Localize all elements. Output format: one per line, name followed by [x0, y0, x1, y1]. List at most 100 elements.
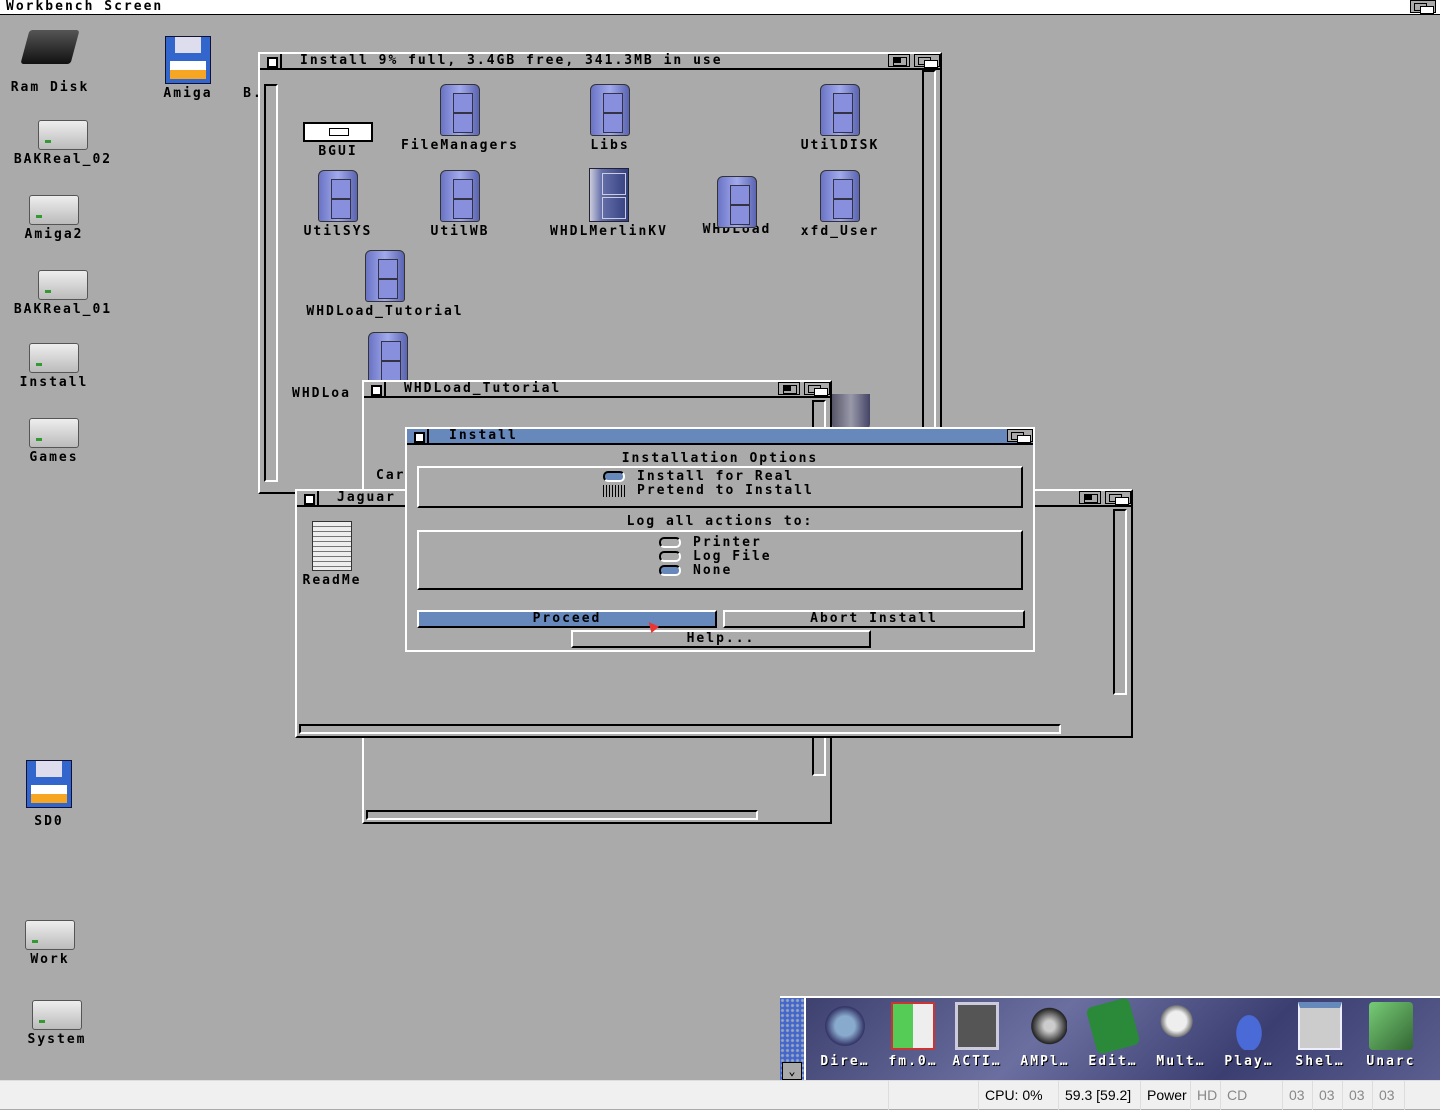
desktop-icon-install[interactable]: Install — [4, 343, 104, 390]
drive-2-track: 03 — [1342, 1081, 1371, 1110]
hard-disk-icon — [29, 418, 79, 448]
help-button[interactable]: Help... — [571, 630, 871, 648]
zoom-icon[interactable] — [778, 382, 800, 395]
hard-disk-icon — [29, 195, 79, 225]
depth-icon[interactable] — [1007, 429, 1033, 443]
desktop-icon-bakreal-02[interactable]: BAKReal_02 — [4, 120, 122, 167]
drawer-icon — [590, 84, 630, 136]
dock-item-edit[interactable]: Edit… — [1078, 997, 1148, 1069]
cpu-usage: CPU: 0% — [978, 1081, 1049, 1110]
hd-led: HD — [1190, 1081, 1223, 1110]
speaker-icon — [1023, 1002, 1067, 1050]
depth-icon[interactable] — [1105, 491, 1131, 505]
icon-utildisk[interactable]: UtilDISK — [790, 84, 890, 153]
directory-opus-icon — [823, 1002, 867, 1050]
icon-filemanagers[interactable]: FileManagers — [390, 84, 530, 153]
drawer-icon — [318, 170, 358, 222]
desktop-icon-amiga2[interactable]: Amiga2 — [4, 195, 104, 242]
radio-selected-icon — [603, 471, 625, 482]
dialog-title-bar[interactable]: Install — [407, 428, 1033, 445]
dock-item-play[interactable]: Play… — [1214, 1002, 1284, 1069]
drive-0-track: 03 — [1282, 1081, 1311, 1110]
desktop-icon-bakreal-01[interactable]: BAKReal_01 — [4, 270, 122, 317]
icon-whdload[interactable]: WHDLoad — [692, 176, 782, 237]
option-pretend-to-install[interactable]: Pretend to Install — [603, 484, 814, 498]
option-none[interactable]: None — [659, 564, 772, 578]
bottom-scrollbar[interactable] — [299, 724, 1061, 734]
install-dialog[interactable]: Install Installation Options Install for… — [405, 427, 1035, 652]
right-scrollbar[interactable] — [1113, 509, 1127, 695]
close-icon[interactable] — [364, 382, 386, 396]
icon-xfd-user[interactable]: xfd_User — [790, 170, 890, 239]
shell-icon — [1298, 1002, 1342, 1050]
window-title-bar[interactable]: Install 9% full, 3.4GB free, 341.3MB in … — [260, 53, 940, 70]
dock-item-mult[interactable]: Mult… — [1146, 1002, 1216, 1069]
dock-item-shel[interactable]: Shel… — [1285, 1002, 1355, 1069]
hard-disk-icon — [29, 343, 79, 373]
icon-utilwb[interactable]: UtilWB — [415, 170, 505, 239]
cabinet-icon — [589, 168, 629, 222]
cd-led: CD — [1220, 1081, 1253, 1110]
drawer-icon — [820, 84, 860, 136]
icon-whdload-tutorial[interactable]: WHDLoad_Tutorial — [290, 250, 480, 319]
close-icon[interactable] — [260, 54, 282, 68]
floppy-icon — [165, 36, 211, 84]
depth-icon[interactable] — [914, 54, 940, 68]
radio-icon — [659, 537, 681, 548]
window-title-bar[interactable]: WHDLoad_Tutorial — [364, 381, 830, 398]
screen-title-bar: Workbench Screen — [0, 0, 1440, 15]
right-scrollbar[interactable] — [922, 70, 936, 430]
drawer-icon — [368, 332, 408, 384]
icon-whdlmerlinkv[interactable]: WHDLMerlinKV — [536, 168, 682, 239]
chevron-down-icon[interactable]: ⌄ — [782, 1062, 802, 1080]
option-log-file[interactable]: Log File — [659, 550, 772, 564]
dock-item-ampl[interactable]: AMPl… — [1010, 1002, 1080, 1069]
close-icon[interactable] — [407, 429, 429, 443]
radio-disabled-icon — [603, 484, 625, 497]
zoom-icon[interactable] — [888, 54, 910, 67]
dock-item-acti[interactable]: ACTI… — [942, 1002, 1012, 1069]
icon-utilsys[interactable]: UtilSYS — [290, 170, 386, 239]
abort-install-button[interactable]: Abort Install — [723, 610, 1025, 628]
desktop-icon-games[interactable]: Games — [4, 418, 104, 465]
icon-whdloa[interactable]: WHDLoa — [292, 332, 408, 401]
radio-icon — [659, 551, 681, 562]
options-heading: Installation Options — [621, 451, 819, 466]
zoom-icon[interactable] — [1079, 491, 1101, 504]
hard-disk-icon — [25, 920, 75, 950]
drawer-icon — [717, 176, 757, 228]
left-scrollbar[interactable] — [264, 84, 278, 482]
install-mode-radio[interactable]: Install for Real Pretend to Install — [603, 470, 814, 498]
proceed-button[interactable]: Proceed — [417, 610, 717, 628]
icon-readme[interactable]: ReadMe — [297, 521, 367, 588]
icon-bgui[interactable]: BGUI — [300, 122, 376, 159]
log-radio[interactable]: Printer Log File None — [659, 536, 772, 578]
desktop-icon-amiga[interactable]: Amiga — [150, 36, 226, 101]
option-printer[interactable]: Printer — [659, 536, 772, 550]
screen-title: Workbench Screen — [6, 0, 164, 14]
desktop-icon-work[interactable]: Work — [10, 920, 90, 967]
drawer-icon — [820, 170, 860, 222]
dock-item-fm[interactable]: fm.0… — [878, 1002, 948, 1069]
log-heading: Log all actions to: — [626, 514, 814, 529]
desktop-icon-system[interactable]: System — [10, 1000, 104, 1047]
file-manager-icon — [891, 1002, 935, 1050]
dock-handle[interactable]: ⌄ — [780, 998, 806, 1082]
icon-libs[interactable]: Libs — [570, 84, 650, 153]
ram-chip-icon — [20, 30, 80, 64]
option-install-for-real[interactable]: Install for Real — [603, 470, 814, 484]
bottom-scrollbar[interactable] — [366, 810, 758, 820]
dock-item-unarc[interactable]: Unarc — [1356, 1002, 1426, 1069]
close-icon[interactable] — [297, 491, 319, 505]
drawer-icon — [365, 250, 405, 302]
drawer-icon — [440, 170, 480, 222]
hard-disk-icon — [38, 120, 88, 150]
dock-item-dire[interactable]: Dire… — [810, 1002, 880, 1069]
depth-icon[interactable] — [804, 382, 830, 396]
log-group: Printer Log File None — [417, 530, 1023, 590]
trashcan-icon[interactable] — [832, 394, 870, 430]
desktop-icon-ram-disk[interactable]: Ram Disk — [4, 30, 96, 95]
player-icon — [1227, 1002, 1271, 1050]
desktop-icon-sd0[interactable]: SD0 — [14, 760, 84, 829]
screen-depth-icon[interactable] — [1410, 0, 1436, 14]
